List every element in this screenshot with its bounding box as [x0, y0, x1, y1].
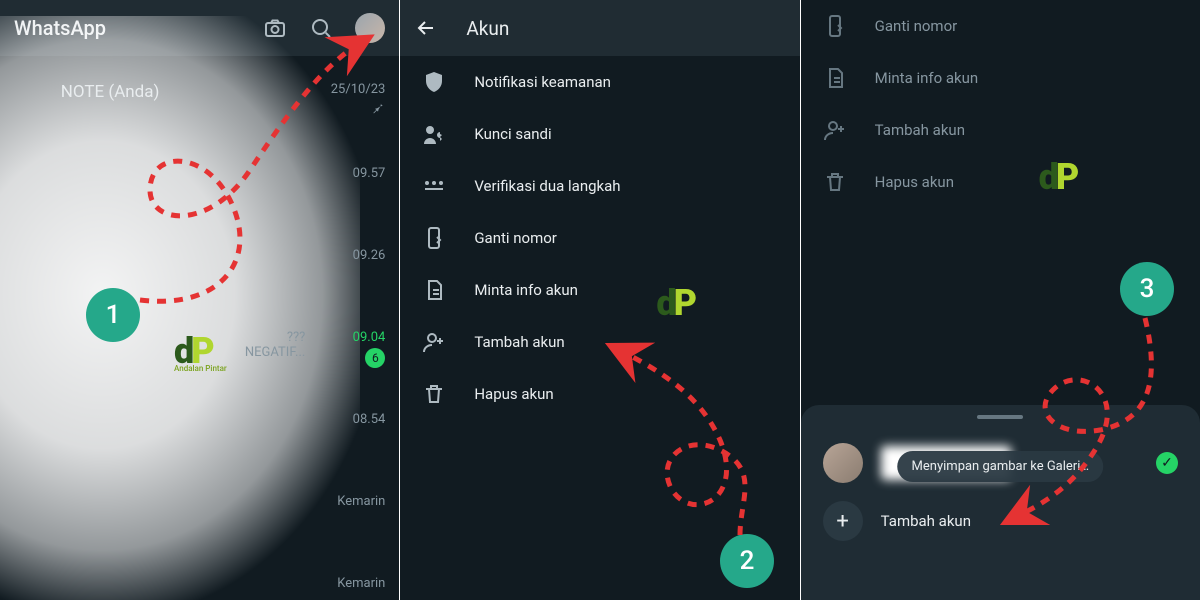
chat-name: ??? NEGATIF... [245, 330, 305, 360]
change-number-icon [823, 14, 847, 38]
toast-message: Menyimpan gambar ke Galeri… [898, 451, 1104, 482]
chat-time: 09.04 [353, 330, 386, 345]
shield-icon [422, 70, 446, 94]
chat-time: 08.54 [353, 412, 386, 427]
item-request-info: Minta info akun [801, 52, 1200, 104]
item-request-info[interactable]: Minta info akun [400, 264, 799, 316]
trash-icon [422, 382, 446, 406]
trash-icon [823, 170, 847, 194]
plus-icon: + [823, 501, 863, 541]
add-account-row[interactable]: + Tambah akun [801, 493, 1200, 549]
item-label: Kunci sandi [474, 125, 551, 143]
selected-check-icon: ✓ [1156, 452, 1178, 474]
item-add-account[interactable]: Tambah akun [400, 316, 799, 368]
chat-time: 09.57 [353, 166, 386, 181]
item-security-notifications[interactable]: Notifikasi keamanan [400, 56, 799, 108]
tutorial-triptych: WhatsApp NOTE (Anda) 25/10/23 09.57 09.2… [0, 0, 1200, 600]
step-badge-3: 3 [1120, 262, 1174, 316]
item-add-account: Tambah akun [801, 104, 1200, 156]
item-label: Hapus akun [875, 173, 954, 191]
chat-name: NOTE (Anda) [61, 82, 160, 102]
chat-row[interactable]: 09.57 [353, 166, 386, 181]
item-label: Ganti nomor [875, 17, 958, 35]
chat-row[interactable]: NOTE (Anda) 25/10/23 [331, 82, 386, 97]
add-account-icon [422, 330, 446, 354]
item-passkey[interactable]: Kunci sandi [400, 108, 799, 160]
settings-header: Akun [400, 0, 799, 56]
chat-time: Kemarin [337, 494, 385, 509]
back-icon[interactable] [414, 16, 438, 40]
item-label: Verifikasi dua langkah [474, 177, 620, 195]
item-label: Notifikasi keamanan [474, 73, 611, 91]
add-account-label: Tambah akun [881, 512, 971, 530]
item-delete-account: Hapus akun [801, 156, 1200, 208]
chat-time: Kemarin [337, 576, 385, 591]
item-label: Tambah akun [474, 333, 564, 351]
unread-badge: 6 [365, 348, 385, 368]
watermark-logo: dP [656, 282, 694, 324]
item-label: Tambah akun [875, 121, 965, 139]
item-two-step[interactable]: Verifikasi dua langkah [400, 160, 799, 212]
settings-title: Akun [466, 17, 509, 40]
panel-1-chatlist: WhatsApp NOTE (Anda) 25/10/23 09.57 09.2… [0, 0, 399, 600]
step-badge-2: 2 [720, 534, 774, 588]
sheet-handle-icon[interactable] [977, 415, 1023, 419]
watermark-logo: dP [1039, 156, 1077, 198]
change-number-icon [422, 226, 446, 250]
item-change-number[interactable]: Ganti nomor [400, 212, 799, 264]
item-delete-account[interactable]: Hapus akun [400, 368, 799, 420]
dimmed-settings-list: Ganti nomor Minta info akun Tambah akun … [801, 0, 1200, 208]
account-bottom-sheet: ✓ + Tambah akun [801, 405, 1200, 600]
item-label: Ganti nomor [474, 229, 557, 247]
panel-2-account-settings: Akun Notifikasi keamanan Kunci sandi Ver… [399, 0, 799, 600]
spotlight-overlay [0, 16, 360, 600]
watermark-logo: dP Andalan Pintar [174, 330, 227, 373]
chat-row[interactable]: 09.26 [353, 248, 386, 263]
chat-row[interactable]: Kemarin [337, 494, 385, 509]
item-label: Minta info akun [875, 69, 979, 87]
two-step-icon [422, 174, 446, 198]
step-badge-1: 1 [86, 288, 140, 342]
chat-row[interactable]: 08.54 [353, 412, 386, 427]
item-change-number: Ganti nomor [801, 0, 1200, 52]
add-account-icon [823, 118, 847, 142]
item-label: Hapus akun [474, 385, 553, 403]
doc-icon [422, 278, 446, 302]
item-label: Minta info akun [474, 281, 578, 299]
settings-list: Notifikasi keamanan Kunci sandi Verifika… [400, 56, 799, 420]
chat-row[interactable]: Kemarin [337, 576, 385, 591]
doc-icon [823, 66, 847, 90]
pin-icon [371, 100, 385, 118]
passkey-icon [422, 122, 446, 146]
avatar [823, 443, 863, 483]
chat-time: 25/10/23 [331, 82, 386, 97]
chat-time: 09.26 [353, 248, 386, 263]
chat-row[interactable]: 09.04 ??? NEGATIF... 6 [353, 330, 386, 345]
